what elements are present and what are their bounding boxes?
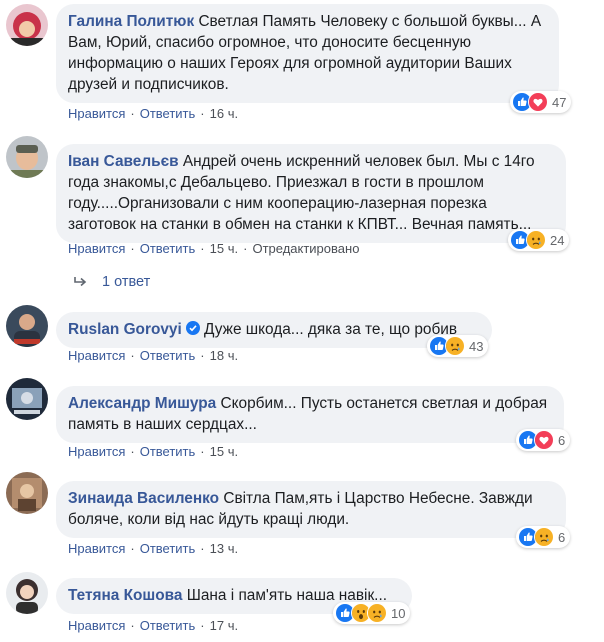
- reaction-summary[interactable]: 24: [508, 229, 570, 251]
- comment-time[interactable]: 17 ч.: [210, 618, 238, 633]
- comment-author[interactable]: Александр Мишура: [68, 395, 216, 412]
- reaction-count: 6: [558, 529, 566, 545]
- reaction-summary[interactable]: 10: [333, 602, 411, 624]
- comment-time[interactable]: 16 ч.: [210, 106, 238, 121]
- heart-icon: [534, 430, 554, 450]
- reaction-summary[interactable]: 6: [516, 429, 571, 451]
- comment-actions: Нравится · Ответить · 15 ч.: [68, 444, 239, 459]
- reaction-count: 10: [391, 605, 406, 621]
- like-link[interactable]: Нравится: [68, 241, 125, 256]
- comment-actions: Нравится · Ответить · 15 ч. · Отредактировано: [68, 241, 360, 256]
- comment-author[interactable]: Галина Политюк: [68, 13, 194, 30]
- comment-text: Дуже шкода... дяка за те, що робив: [204, 321, 458, 338]
- reaction-summary[interactable]: 47: [510, 91, 572, 113]
- sad-icon: [367, 603, 387, 623]
- comment-author[interactable]: Ruslan Gorovyi: [68, 321, 182, 338]
- sad-icon: [526, 230, 546, 250]
- reply-link[interactable]: Ответить: [140, 348, 196, 363]
- avatar[interactable]: [6, 572, 48, 614]
- comment-time[interactable]: 18 ч.: [210, 348, 238, 363]
- comment-time[interactable]: 13 ч.: [210, 541, 238, 556]
- reaction-summary[interactable]: 43: [427, 335, 489, 357]
- comment-bubble: Галина Политюк Светлая Память Человеку с…: [56, 4, 559, 103]
- reaction-count: 47: [552, 94, 567, 110]
- comment-bubble: Зинаида Василенко Світла Пам,ять і Царст…: [56, 481, 566, 538]
- comment-actions: Нравится · Ответить · 13 ч.: [68, 541, 239, 556]
- view-replies-link[interactable]: 1 ответ: [72, 274, 150, 290]
- avatar[interactable]: [6, 472, 48, 514]
- like-link[interactable]: Нравится: [68, 106, 125, 121]
- avatar[interactable]: [6, 378, 48, 420]
- sad-icon: [445, 336, 465, 356]
- comment-bubble: Іван Савельєв Андрей очень искренний чел…: [56, 144, 566, 243]
- comment-actions: Нравится · Ответить · 17 ч.: [68, 618, 239, 633]
- like-link[interactable]: Нравится: [68, 541, 125, 556]
- avatar[interactable]: [6, 305, 48, 347]
- verified-badge-icon: [185, 321, 200, 335]
- comment-time[interactable]: 15 ч.: [210, 444, 238, 459]
- comment-time[interactable]: 15 ч.: [210, 241, 238, 256]
- like-link[interactable]: Нравится: [68, 444, 125, 459]
- sad-icon: [534, 527, 554, 547]
- like-link[interactable]: Нравится: [68, 348, 125, 363]
- replies-count[interactable]: 1 ответ: [102, 274, 150, 290]
- reply-link[interactable]: Ответить: [140, 106, 196, 121]
- reply-link[interactable]: Ответить: [140, 241, 196, 256]
- like-link[interactable]: Нравится: [68, 618, 125, 633]
- comment-author[interactable]: Тетяна Кошова: [68, 587, 182, 604]
- avatar[interactable]: [6, 136, 48, 178]
- avatar[interactable]: [6, 4, 48, 46]
- reply-link[interactable]: Ответить: [140, 618, 196, 633]
- comment-author[interactable]: Зинаида Василенко: [68, 490, 219, 507]
- reply-arrow-icon: [74, 277, 87, 287]
- edited-label[interactable]: Отредактировано: [252, 241, 359, 256]
- comment-actions: Нравится · Ответить · 18 ч.: [68, 348, 239, 363]
- comment-actions: Нравится · Ответить · 16 ч.: [68, 106, 239, 121]
- reply-link[interactable]: Ответить: [140, 541, 196, 556]
- heart-icon: [528, 92, 548, 112]
- reply-link[interactable]: Ответить: [140, 444, 196, 459]
- comment-author[interactable]: Іван Савельєв: [68, 153, 179, 170]
- reaction-summary[interactable]: 6: [516, 526, 571, 548]
- reaction-count: 6: [558, 432, 566, 448]
- reaction-count: 43: [469, 338, 484, 354]
- comment-bubble: Александр Мишура Скорбим... Пусть остане…: [56, 386, 564, 443]
- reaction-count: 24: [550, 232, 565, 248]
